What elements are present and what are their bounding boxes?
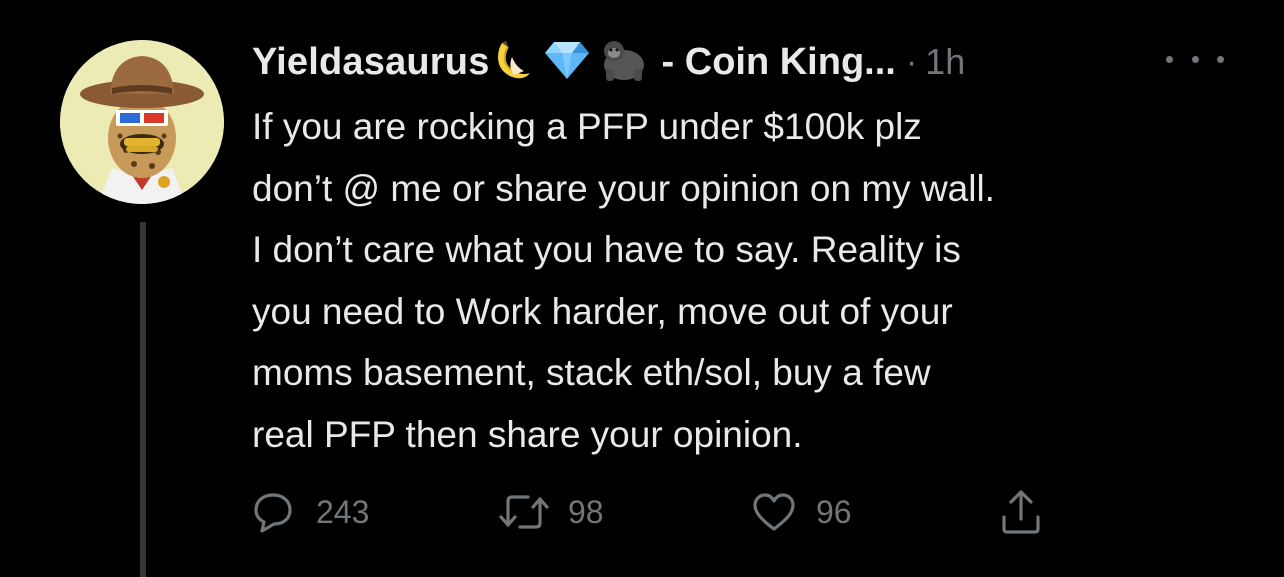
retweet-icon [499, 495, 549, 529]
tweet[interactable]: Yieldasaurus - Coin King... · 1h If you … [0, 0, 1284, 577]
tweet-text-line: you need to Work harder, move out of you… [252, 290, 953, 332]
more-dot-icon [1191, 55, 1199, 63]
tweet-header: Yieldasaurus - Coin King... · 1h [252, 36, 965, 88]
tweet-body: If you are rocking a PFP under $100k plz… [252, 96, 1242, 465]
retweet-count: 98 [568, 493, 604, 530]
reply-count: 243 [316, 493, 370, 530]
header-separator: · [905, 42, 918, 81]
tweet-text-line: moms basement, stack eth/sol, buy a few [252, 352, 931, 393]
tweet-actions: 243 98 96 [252, 488, 1242, 536]
share-icon [1002, 490, 1040, 534]
more-dot-icon [1166, 55, 1173, 63]
timestamp[interactable]: 1h [925, 41, 965, 83]
like-button[interactable]: 96 [752, 488, 852, 536]
avatar[interactable] [60, 40, 224, 204]
display-name[interactable]: Yieldasaurus [252, 41, 490, 84]
gorilla-icon [600, 39, 648, 86]
share-button[interactable] [1000, 488, 1042, 536]
more-options-button[interactable] [1166, 44, 1224, 74]
retweet-button[interactable]: 98 [498, 488, 604, 536]
display-name-suffix[interactable]: - Coin King... [662, 41, 896, 84]
reply-icon [254, 493, 292, 533]
tweet-text-line: real PFP then share your opinion. [252, 413, 803, 455]
heart-icon [753, 493, 795, 531]
reply-button[interactable]: 243 [252, 488, 369, 536]
tweet-text-line: I don’t care what you have to say. Reali… [252, 229, 961, 270]
banana-icon [494, 39, 534, 86]
gem-icon [544, 40, 590, 85]
tweet-text-line: If you are rocking a PFP under $100k plz [252, 106, 922, 147]
tweet-text-line: don’t @ me or share your opinion on my w… [252, 167, 995, 209]
like-count: 96 [816, 493, 852, 530]
more-dot-icon [1217, 55, 1224, 63]
thread-connector-line [140, 222, 146, 577]
